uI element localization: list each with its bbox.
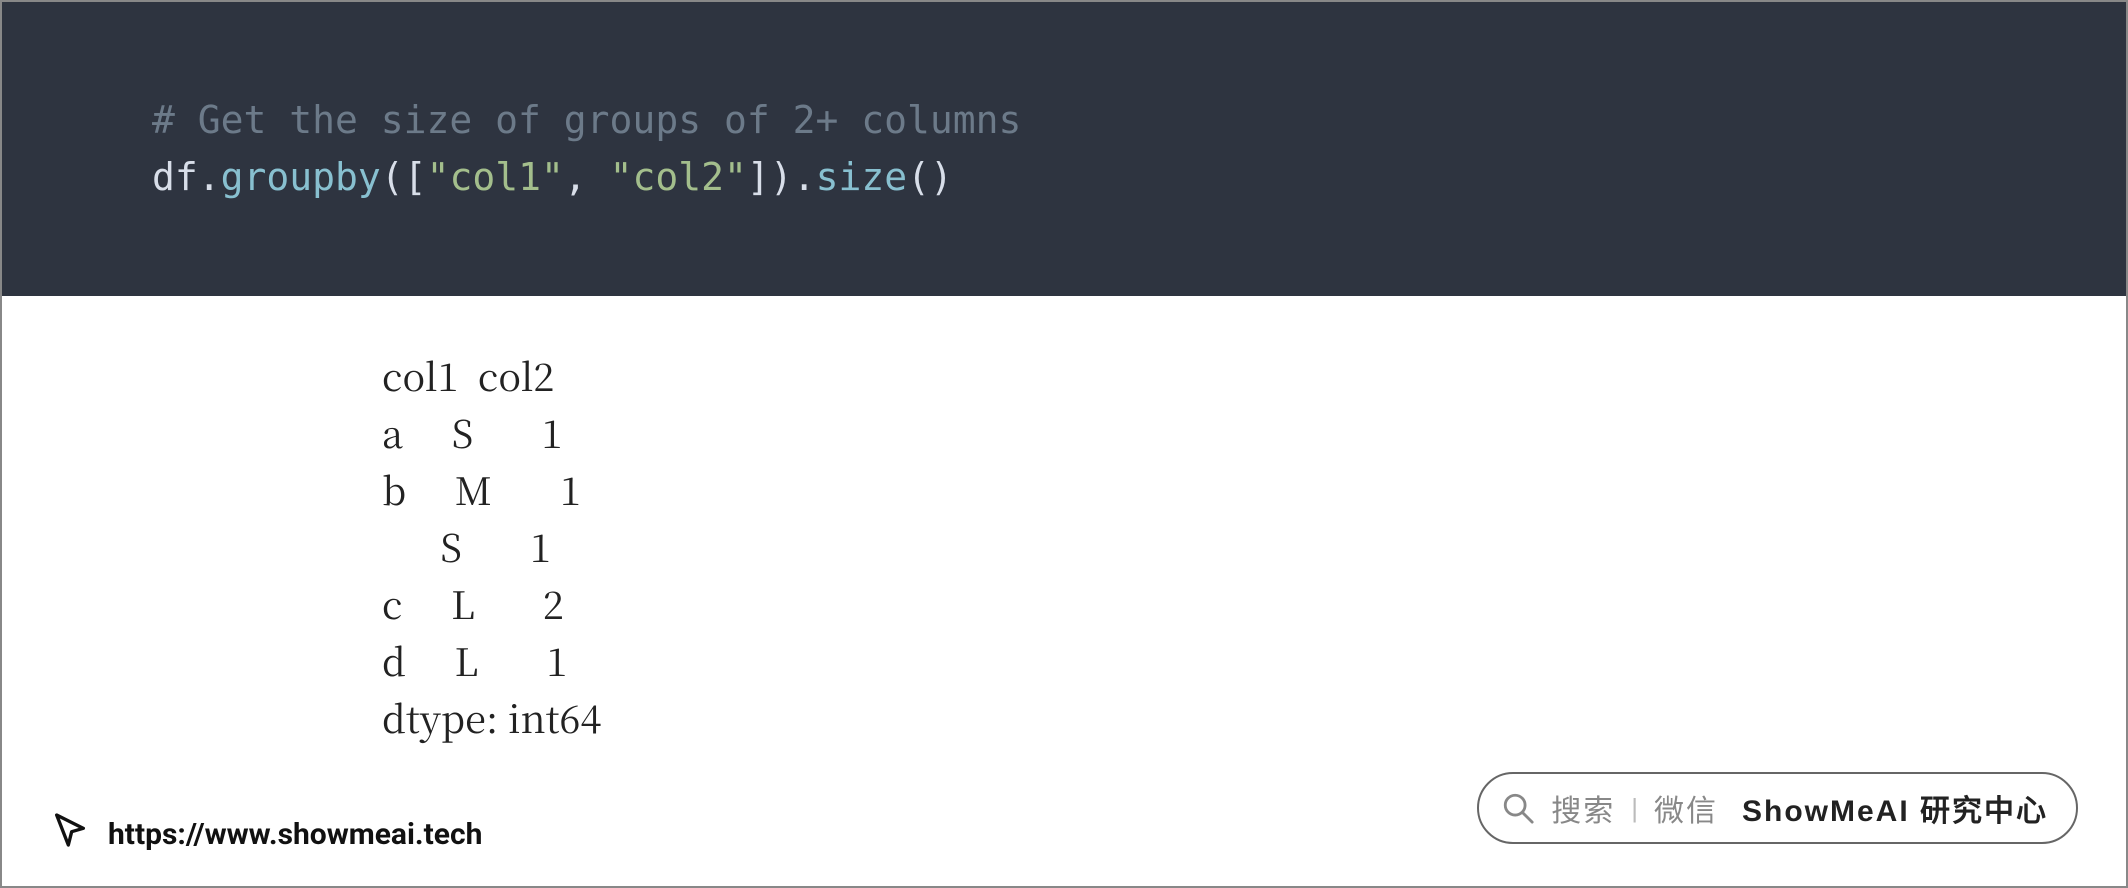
code-token-dot: .: [198, 155, 221, 199]
code-block: # Get the size of groups of 2+ columns d…: [2, 2, 2126, 296]
search-label-search: 搜索: [1551, 786, 1615, 830]
code-token-bracket-open: [: [404, 155, 427, 199]
search-label-wechat: 微信: [1654, 786, 1718, 830]
code-token-bracket-close: ]: [747, 155, 770, 199]
search-separator: |: [1631, 793, 1638, 824]
footer-url: https://www.showmeai.tech: [108, 817, 482, 852]
search-pill[interactable]: 搜索 | 微信 ShowMeAI 研究中心: [1477, 772, 2078, 844]
code-token-comma: ,: [564, 155, 610, 199]
search-brand: ShowMeAI 研究中心: [1742, 786, 2048, 830]
code-token-df: df: [152, 155, 198, 199]
code-token-str-col1: "col1": [427, 155, 564, 199]
output-text: col1 col2 a S 1 b M 1 S 1 c L 2 d L 1 dt…: [382, 347, 601, 744]
footer: https://www.showmeai.tech: [50, 810, 482, 858]
code-token-paren-close: ): [770, 155, 793, 199]
code-token-dot2: .: [793, 155, 816, 199]
code-comment: # Get the size of groups of 2+ columns: [152, 98, 1021, 142]
code-token-size: size: [816, 155, 908, 199]
code-token-paren-close2: ): [930, 155, 953, 199]
search-icon: [1501, 791, 1535, 825]
code-token-paren-open: (: [381, 155, 404, 199]
code-token-str-col2: "col2": [610, 155, 747, 199]
cursor-icon: [50, 810, 90, 858]
code-token-paren-open2: (: [907, 155, 930, 199]
code-token-groupby: groupby: [221, 155, 381, 199]
